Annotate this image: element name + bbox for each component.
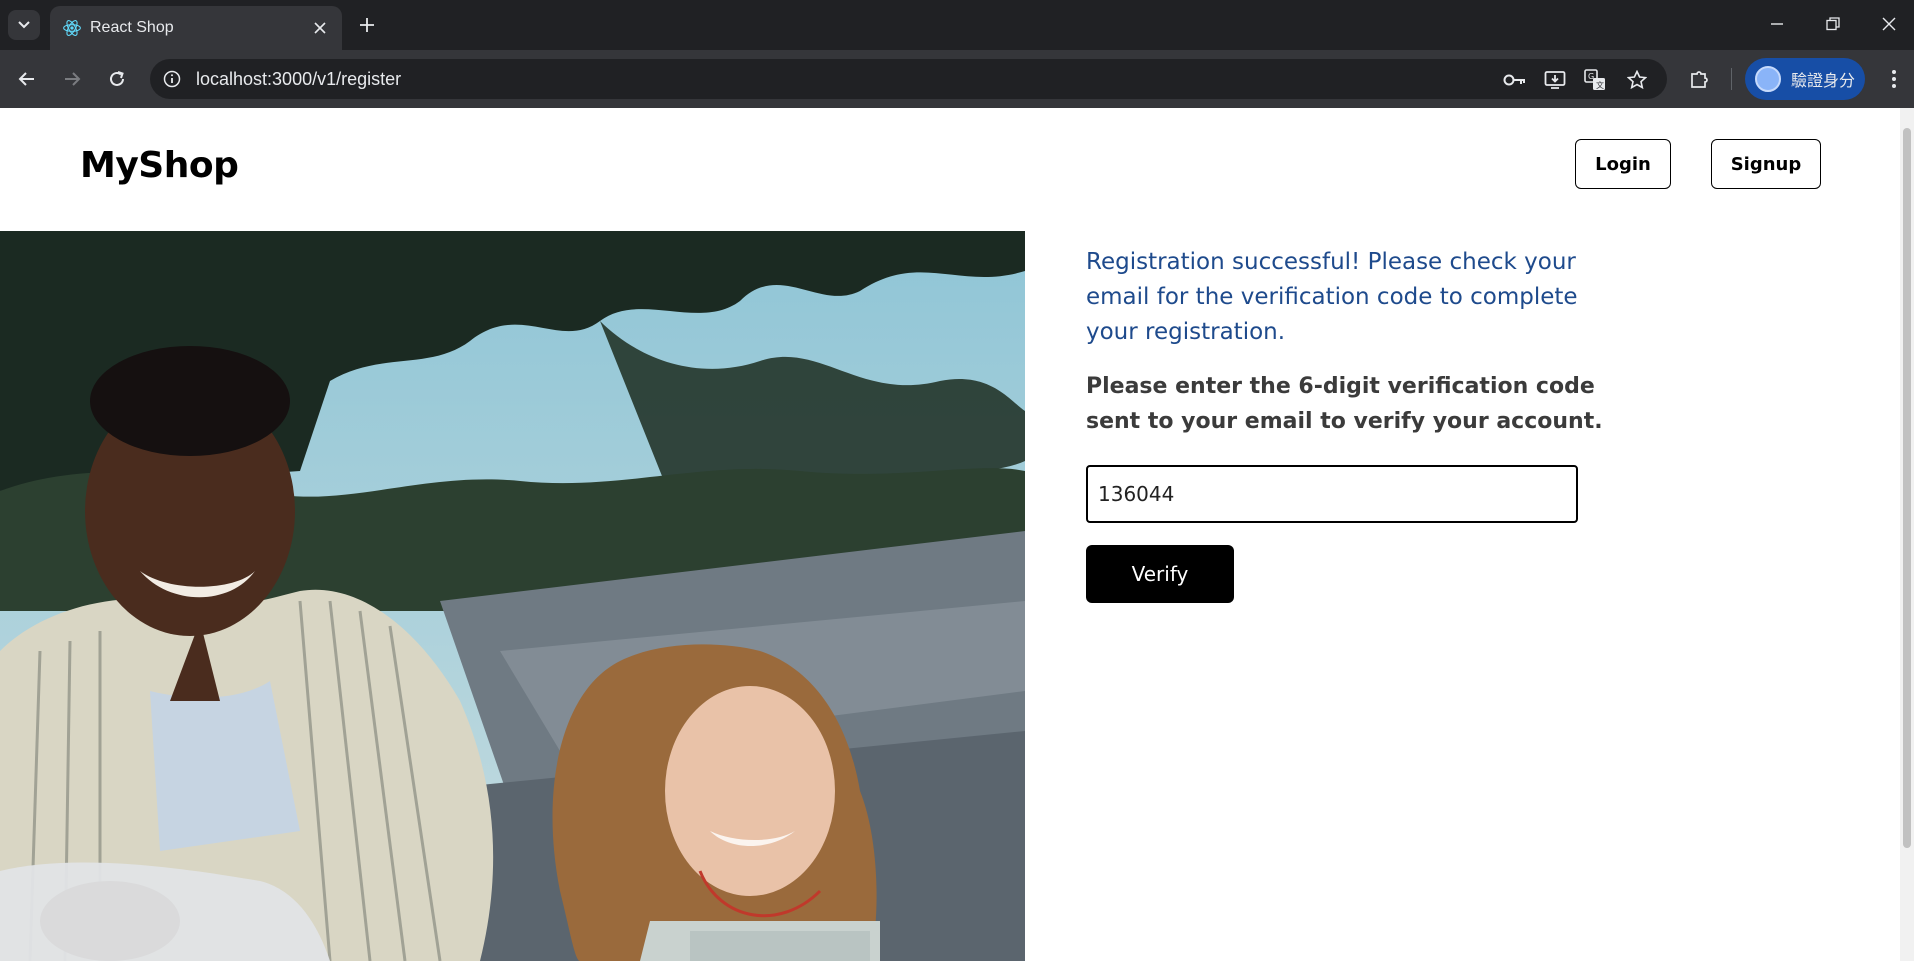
reload-icon	[110, 71, 124, 86]
verification-instructions: Please enter the 6-digit verification co…	[1086, 374, 1603, 434]
tab-close-button[interactable]	[308, 16, 332, 40]
avatar	[1755, 66, 1781, 92]
reload-button[interactable]	[101, 63, 133, 95]
install-app-button[interactable]	[1542, 67, 1568, 93]
bookmark-button[interactable]	[1624, 67, 1650, 93]
signup-button[interactable]: Signup	[1711, 139, 1821, 189]
react-favicon-icon	[63, 20, 81, 36]
back-button[interactable]	[11, 63, 43, 95]
tab-search-button[interactable]	[8, 10, 40, 40]
more-vert-icon	[1892, 70, 1896, 88]
password-key-icon	[1503, 74, 1525, 86]
restore-icon	[1826, 17, 1840, 31]
close-icon	[314, 22, 326, 34]
browser-menu-button[interactable]	[1880, 63, 1908, 95]
tab-search-icon	[18, 21, 30, 29]
info-icon	[163, 70, 181, 88]
verification-form: Registration successful! Please check yo…	[1086, 245, 1606, 603]
tab-title: React Shop	[90, 19, 174, 36]
browser-tab-bar: React Shop	[0, 0, 1914, 50]
url-text: localhost:3000/v1/register	[196, 69, 402, 89]
translate-button[interactable]: G文	[1582, 67, 1608, 93]
plus-icon	[360, 18, 374, 32]
password-key-button[interactable]	[1502, 67, 1528, 93]
brand-logo[interactable]: MyShop	[80, 145, 239, 186]
window-close-icon	[1882, 17, 1896, 31]
address-bar[interactable]: localhost:3000/v1/register G文	[150, 59, 1667, 99]
page-scrollbar[interactable]	[1900, 108, 1914, 961]
svg-text:G: G	[1588, 72, 1594, 81]
window-close-button[interactable]	[1866, 6, 1912, 42]
page-content: MyShop Login Signup Registration success…	[0, 108, 1900, 961]
back-icon	[18, 72, 34, 86]
extensions-icon	[1691, 71, 1708, 88]
verification-code-input[interactable]	[1086, 465, 1578, 523]
minimize-icon	[1771, 23, 1783, 25]
login-button[interactable]: Login	[1575, 139, 1671, 189]
forward-button[interactable]	[56, 63, 88, 95]
hero-image	[0, 231, 1025, 961]
verify-button[interactable]: Verify	[1086, 545, 1234, 603]
site-info-button[interactable]	[160, 67, 184, 91]
extensions-button[interactable]	[1684, 63, 1716, 95]
browser-toolbar: localhost:3000/v1/register G文 驗證身分	[0, 50, 1914, 108]
new-tab-button[interactable]	[352, 10, 382, 40]
translate-icon: G文	[1584, 69, 1605, 90]
minimize-button[interactable]	[1754, 6, 1800, 42]
success-message: Registration successful! Please check yo…	[1086, 249, 1578, 345]
scrollbar-thumb[interactable]	[1903, 128, 1911, 848]
profile-button[interactable]: 驗證身分	[1745, 58, 1865, 100]
profile-label: 驗證身分	[1791, 73, 1856, 90]
svg-text:文: 文	[1596, 80, 1604, 90]
forward-icon	[65, 72, 81, 86]
restore-button[interactable]	[1810, 6, 1856, 42]
install-app-icon	[1544, 71, 1566, 89]
toolbar-divider	[1731, 68, 1732, 90]
bookmark-star-icon	[1627, 70, 1647, 90]
browser-tab[interactable]: React Shop	[50, 6, 342, 50]
